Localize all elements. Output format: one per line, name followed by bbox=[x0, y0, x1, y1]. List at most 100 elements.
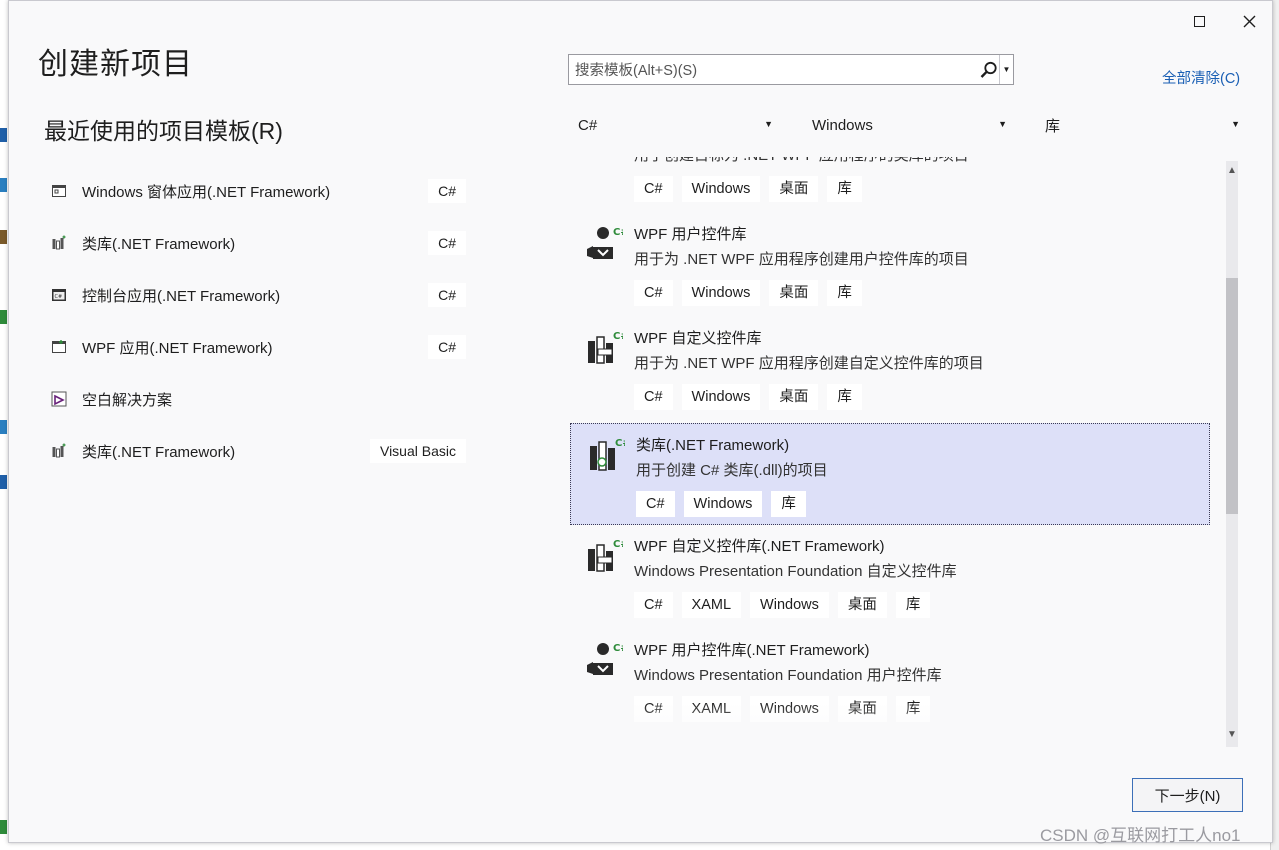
custom-control-library-icon: C# bbox=[585, 327, 629, 365]
recent-template-item[interactable]: 空白解决方案 bbox=[46, 373, 466, 425]
close-button[interactable] bbox=[1236, 9, 1262, 33]
template-item[interactable]: C# WPF 用户控件库(.NET Framework) Windows Prese… bbox=[569, 629, 1209, 733]
template-item[interactable]: C# WPF 自定义控件库(.NET Framework) Windows Pres… bbox=[569, 525, 1209, 629]
recent-template-item[interactable]: WPF 应用(.NET Framework) C# bbox=[46, 321, 466, 373]
recent-template-item[interactable]: C# 控制台应用(.NET Framework) C# bbox=[46, 269, 466, 321]
template-name: WPF 自定义控件库(.NET Framework) bbox=[634, 538, 885, 555]
language-tag: C# bbox=[428, 231, 466, 255]
template-tag: C# bbox=[634, 176, 673, 202]
close-icon bbox=[1243, 15, 1255, 27]
template-tag: C# bbox=[634, 696, 673, 722]
template-tag: XAML bbox=[681, 592, 742, 618]
recent-template-item[interactable]: Windows 窗体应用(.NET Framework) C# bbox=[46, 165, 466, 217]
template-tag: C# bbox=[634, 592, 673, 618]
background-fragment bbox=[0, 820, 7, 834]
template-tag: 桌面 bbox=[837, 696, 887, 722]
svg-text:C#: C# bbox=[613, 539, 623, 550]
template-tag: C# bbox=[634, 384, 673, 410]
template-item[interactable]: 用于创建目标为 .NET WPF 应用程序的类库的项目 C# Windows 桌面库 bbox=[569, 157, 1209, 213]
background-fragment bbox=[0, 178, 7, 192]
language-filter[interactable]: C# ▼ bbox=[578, 111, 773, 139]
template-tag: Windows bbox=[681, 384, 761, 410]
template-name: WPF 用户控件库 bbox=[634, 226, 747, 243]
template-tag: C# bbox=[636, 491, 675, 517]
watermark: CSDN @互联网打工人no1 bbox=[1040, 826, 1241, 845]
language-tag: C# bbox=[428, 179, 466, 203]
svg-text:C#: C# bbox=[615, 438, 625, 449]
search-icon[interactable] bbox=[979, 60, 999, 80]
next-button[interactable]: 下一步(N) bbox=[1132, 778, 1243, 812]
template-item-selected[interactable]: C# 类库(.NET Framework) 用于创建 C# 类库(.dll)的项目 C… bbox=[570, 423, 1210, 525]
template-tags: C# Windows 库 bbox=[636, 491, 806, 517]
scrollbar-thumb[interactable] bbox=[1226, 278, 1238, 514]
search-options-dropdown[interactable]: ▼ bbox=[999, 55, 1013, 84]
recent-templates-heading: 最近使用的项目模板(R) bbox=[44, 118, 283, 144]
recent-template-item[interactable]: 类库(.NET Framework) C# bbox=[46, 217, 466, 269]
language-filter-value: C# bbox=[578, 116, 598, 134]
template-tag: 桌面 bbox=[769, 384, 819, 410]
template-tag: Windows bbox=[681, 280, 761, 306]
winforms-icon bbox=[50, 182, 68, 200]
recent-template-label: 空白解决方案 bbox=[82, 391, 173, 409]
template-tag: 库 bbox=[827, 384, 862, 410]
template-description: 用于创建 C# 类库(.dll)的项目 bbox=[636, 462, 828, 479]
template-tag: 桌面 bbox=[769, 280, 819, 306]
recent-templates-list: Windows 窗体应用(.NET Framework) C# 类库(.NET Fr… bbox=[46, 165, 466, 477]
template-tag: 桌面 bbox=[837, 592, 887, 618]
chevron-down-icon: ▼ bbox=[998, 119, 1007, 129]
template-name: 类库(.NET Framework) bbox=[636, 437, 790, 454]
template-item[interactable]: C# WPF 自定义控件库用于为 .NET WPF 应用程序创建自定义控件库的项目… bbox=[569, 317, 1209, 421]
chevron-down-icon: ▼ bbox=[764, 119, 773, 129]
template-tag: 库 bbox=[895, 696, 931, 722]
template-item[interactable]: C# WPF 用户控件库用于为 .NET WPF 应用程序创建用户控件库的项目 C#… bbox=[569, 213, 1209, 317]
template-description: 用于为 .NET WPF 应用程序创建自定义控件库的项目 bbox=[634, 355, 984, 372]
template-tags: C# Windows 桌面库 bbox=[634, 280, 862, 306]
template-tags: C# Windows 桌面库 bbox=[634, 176, 862, 202]
project-type-filter[interactable]: 库 ▼ bbox=[1045, 111, 1240, 139]
recent-template-label: Windows 窗体应用(.NET Framework) bbox=[82, 183, 331, 201]
platform-filter[interactable]: Windows ▼ bbox=[812, 111, 1007, 139]
page-title: 创建新项目 bbox=[38, 48, 193, 81]
chevron-down-icon: ▼ bbox=[1231, 119, 1240, 129]
language-tag: C# bbox=[428, 283, 466, 307]
maximize-icon bbox=[1193, 15, 1205, 27]
scroll-down-icon[interactable]: ▼ bbox=[1225, 729, 1239, 743]
scroll-up-icon[interactable]: ▲ bbox=[1225, 165, 1239, 179]
language-tag: Visual Basic bbox=[369, 439, 466, 463]
template-description: Windows Presentation Foundation 自定义控件库 bbox=[634, 563, 957, 580]
template-list-scrollbar[interactable]: ▲ ▼ bbox=[1223, 161, 1240, 747]
template-tag: Windows bbox=[750, 592, 829, 618]
template-tag: 库 bbox=[895, 592, 931, 618]
template-tag: C# bbox=[634, 280, 673, 306]
language-tag: C# bbox=[428, 335, 466, 359]
template-list: 用于创建目标为 .NET WPF 应用程序的类库的项目C#Windows桌面库C… bbox=[569, 157, 1214, 747]
chevron-down-icon: ▼ bbox=[1002, 65, 1011, 74]
template-name: WPF 自定义控件库 bbox=[634, 330, 762, 347]
background-window-edge-left bbox=[0, 0, 8, 850]
class-library-icon: C# bbox=[587, 434, 631, 472]
background-fragment bbox=[0, 128, 7, 142]
template-tag: 桌面 bbox=[769, 176, 819, 202]
template-tags: C# Windows 桌面库 bbox=[634, 384, 862, 410]
template-tags: C# XAML Windows 桌面库 bbox=[634, 696, 931, 722]
platform-filter-value: Windows bbox=[812, 116, 873, 134]
recent-template-item[interactable]: 类库(.NET Framework) Visual Basic bbox=[46, 425, 466, 477]
template-name: WPF 用户控件库(.NET Framework) bbox=[634, 642, 870, 659]
svg-text:C#: C# bbox=[613, 331, 623, 342]
background-fragment bbox=[0, 310, 7, 324]
user-control-library-icon: C# bbox=[585, 223, 629, 261]
recent-template-label: 类库(.NET Framework) bbox=[82, 235, 236, 253]
custom-control-library-icon: C# bbox=[585, 535, 629, 573]
search-input[interactable] bbox=[573, 60, 977, 82]
maximize-button[interactable] bbox=[1186, 9, 1212, 33]
svg-text:C#: C# bbox=[55, 294, 63, 300]
clear-all-link[interactable]: 全部清除(C) bbox=[1162, 67, 1240, 88]
background-fragment bbox=[0, 230, 7, 244]
template-description: Windows Presentation Foundation 用户控件库 bbox=[634, 667, 942, 684]
search-box[interactable]: ▼ bbox=[568, 54, 1014, 85]
background-fragment bbox=[0, 420, 7, 434]
template-tag: XAML bbox=[681, 696, 742, 722]
template-tag: 库 bbox=[827, 280, 862, 306]
class-library-icon bbox=[50, 234, 68, 252]
background-fragment bbox=[0, 475, 7, 489]
